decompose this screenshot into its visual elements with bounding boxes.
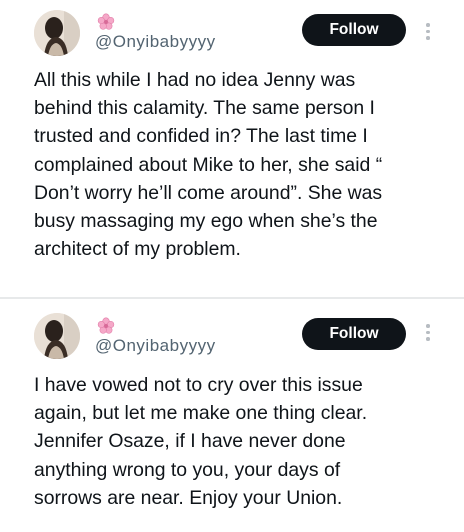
tweet-text: All this while I had no idea Jenny was b…	[34, 69, 383, 261]
follow-button[interactable]: Follow	[302, 318, 406, 350]
more-options-icon[interactable]	[424, 324, 432, 341]
pink-flower-icon	[97, 13, 115, 30]
pink-flower-icon	[97, 317, 115, 334]
more-options-icon[interactable]	[424, 23, 432, 40]
tweet-card: @Onyibabyyyy Follow All this while I had…	[0, 0, 464, 298]
tweet-card: @Onyibabyyyy Follow I have vowed not to …	[0, 300, 464, 532]
user-handle[interactable]: @Onyibabyyyy	[95, 32, 216, 52]
tweet-text: I have vowed not to cry over this issue …	[34, 374, 368, 509]
follow-button[interactable]: Follow	[302, 14, 406, 46]
avatar[interactable]	[34, 313, 80, 359]
user-handle[interactable]: @Onyibabyyyy	[95, 336, 216, 356]
divider	[0, 297, 464, 299]
avatar[interactable]	[34, 10, 80, 56]
